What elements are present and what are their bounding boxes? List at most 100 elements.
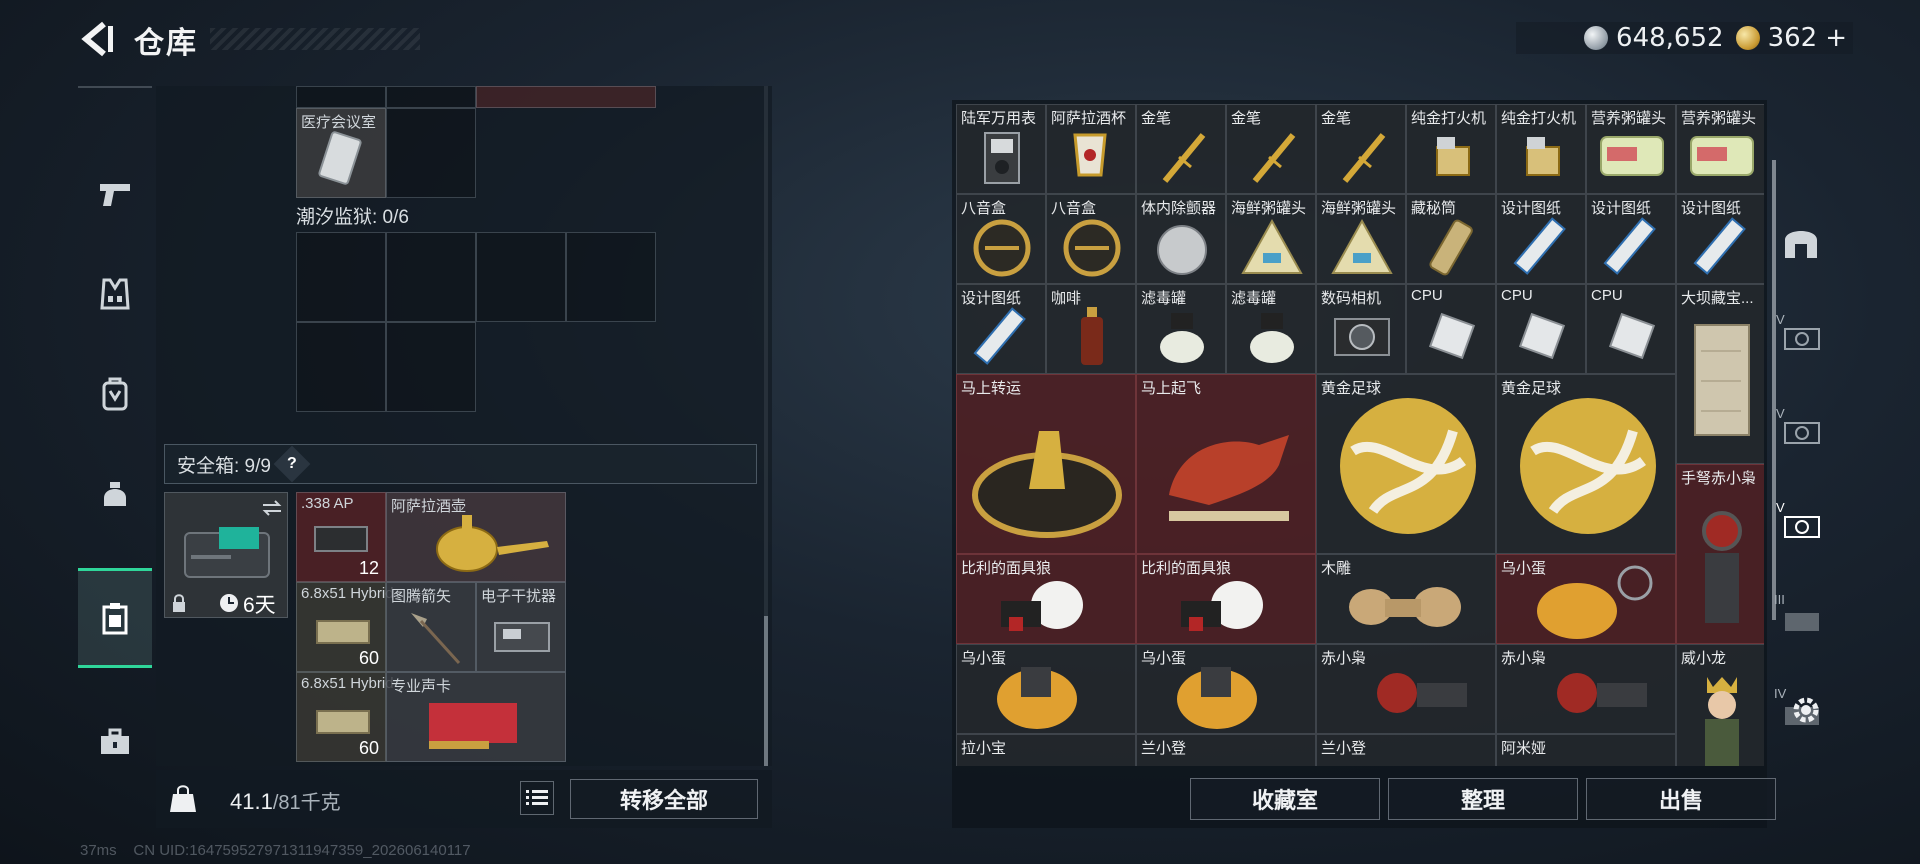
storage-tier-label: III	[1774, 592, 1785, 607]
item-slot[interactable]: 专业声卡	[386, 672, 566, 762]
weight-max: /81千克	[272, 792, 341, 814]
item-slot[interactable]: 比利的面具狼	[956, 554, 1136, 644]
item-slot[interactable]: 木雕	[1316, 554, 1496, 644]
item-slot[interactable]: 拉小宝	[956, 734, 1136, 766]
item-slot[interactable]: 纯金打火机	[1406, 104, 1496, 194]
item-slot[interactable]: 设计图纸	[1586, 194, 1676, 284]
item-slot[interactable]: 营养粥罐头	[1676, 104, 1764, 194]
add-gold-icon[interactable]: +	[1825, 23, 1847, 53]
item-slot[interactable]: 马上转运	[956, 374, 1136, 554]
figure-icon	[1377, 673, 1467, 713]
item-slot[interactable]: 乌小蛋	[1136, 644, 1316, 734]
inventory-scroll-thumb[interactable]	[764, 616, 768, 766]
nav-storage-2[interactable]: V	[1770, 384, 1832, 476]
item-slot[interactable]: 电子干扰器	[476, 582, 566, 672]
safebox-container-slot[interactable]: 6天	[164, 492, 288, 618]
item-slot[interactable]: 设计图纸	[1676, 194, 1764, 284]
item-slot[interactable]: 乌小蛋	[956, 644, 1136, 734]
item-slot[interactable]: 数码相机	[1316, 284, 1406, 374]
nav-backpack-slot[interactable]	[78, 344, 152, 444]
grid-cell[interactable]	[386, 86, 476, 108]
cryptex-icon	[1429, 219, 1473, 276]
nav-storage-1[interactable]: V	[1770, 290, 1832, 382]
item-label: 滤毒罐	[1141, 290, 1187, 307]
nav-armor[interactable]	[78, 244, 152, 344]
item-label: CPU	[1591, 287, 1623, 304]
back-button[interactable]	[78, 20, 114, 58]
gold-currency[interactable]: 362 +	[1735, 23, 1847, 53]
item-slot[interactable]: 6.8x51 Hybrid 60	[296, 672, 394, 762]
settings-button[interactable]	[1786, 690, 1826, 730]
item-slot[interactable]: 设计图纸	[956, 284, 1046, 374]
grid-cell[interactable]	[386, 108, 476, 198]
item-slot[interactable]: 阿米娅	[1496, 734, 1676, 766]
grid-cell[interactable]	[296, 322, 386, 412]
grid-cell[interactable]	[566, 232, 656, 322]
item-slot[interactable]: 海鲜粥罐头	[1316, 194, 1406, 284]
item-slot[interactable]: 咖啡	[1046, 284, 1136, 374]
nav-home[interactable]	[1770, 196, 1832, 288]
item-slot[interactable]: 纯金打火机	[1496, 104, 1586, 194]
item-slot[interactable]: 阿萨拉酒杯	[1046, 104, 1136, 194]
item-slot[interactable]: 设计图纸	[1496, 194, 1586, 284]
item-slot[interactable]: 赤小枭	[1496, 644, 1676, 734]
item-slot[interactable]: 乌小蛋	[1496, 554, 1676, 644]
item-slot[interactable]: 手弩赤小枭	[1676, 464, 1764, 644]
transfer-all-button[interactable]: 转移全部	[570, 779, 758, 819]
nav-safebox[interactable]	[78, 568, 152, 668]
help-button[interactable]: ?	[273, 445, 311, 483]
grid-cell[interactable]	[296, 232, 386, 322]
item-slot[interactable]: 八音盒	[1046, 194, 1136, 284]
item-slot[interactable]: 比利的面具狼	[1136, 554, 1316, 644]
item-slot[interactable]: 滤毒罐	[1226, 284, 1316, 374]
grid-cell[interactable]	[476, 232, 566, 322]
nav-toolbox[interactable]	[78, 692, 152, 792]
item-slot[interactable]: 海鲜粥罐头	[1226, 194, 1316, 284]
item-slot[interactable]: 陆军万用表	[956, 104, 1046, 194]
grid-cell[interactable]	[386, 232, 476, 322]
back-arrow-icon	[81, 21, 113, 57]
item-slot[interactable]: 黄金足球	[1496, 374, 1676, 554]
grid-cell[interactable]	[386, 322, 476, 412]
item-slot[interactable]: 滤毒罐	[1136, 284, 1226, 374]
item-slot[interactable]: 体内除颤器	[1136, 194, 1226, 284]
item-slot[interactable]: 藏秘筒	[1406, 194, 1496, 284]
item-slot[interactable]: 6.8x51 Hybrid 60	[296, 582, 394, 672]
item-slot[interactable]: 阿萨拉酒壶	[386, 492, 566, 582]
item-slot[interactable]: 金笔	[1316, 104, 1406, 194]
item-slot[interactable]: 大坝藏宝...	[1676, 284, 1764, 464]
egg-figure-icon	[1177, 667, 1257, 729]
item-slot[interactable]: 赤小枭	[1316, 644, 1496, 734]
collection-room-button[interactable]: 收藏室	[1190, 778, 1380, 820]
item-slot[interactable]: 马上起飞	[1136, 374, 1316, 554]
item-slot[interactable]: CPU	[1406, 284, 1496, 374]
item-slot[interactable]: 黄金足球	[1316, 374, 1496, 554]
nav-storage-3[interactable]: V	[1770, 478, 1832, 570]
silver-coin-icon	[1584, 26, 1609, 50]
nav-storage-4[interactable]: III	[1770, 572, 1832, 664]
item-slot[interactable]: 八音盒	[956, 194, 1046, 284]
egg-figure-icon	[997, 667, 1077, 729]
nav-weapon[interactable]	[78, 144, 152, 244]
item-label: 海鲜粥罐头	[1231, 200, 1307, 217]
safebox-label: 安全箱: 9/9	[177, 455, 271, 477]
item-slot[interactable]: CPU	[1586, 284, 1676, 374]
grid-cell[interactable]	[296, 86, 386, 108]
item-slot[interactable]: 图腾箭矢	[386, 582, 476, 672]
sort-button[interactable]: 整理	[1388, 778, 1578, 820]
list-view-button[interactable]	[520, 781, 554, 815]
item-slot[interactable]: 营养粥罐头	[1586, 104, 1676, 194]
title-decoration	[210, 28, 420, 50]
sell-button[interactable]: 出售	[1586, 778, 1776, 820]
item-slot[interactable]: 金笔	[1136, 104, 1226, 194]
item-slot[interactable]: CPU	[1496, 284, 1586, 374]
item-slot[interactable]: .338 AP 12	[296, 492, 386, 582]
grid-cell[interactable]	[476, 86, 656, 108]
item-slot[interactable]: 兰小登	[1316, 734, 1496, 766]
item-label: 营养粥罐头	[1681, 110, 1757, 127]
item-slot[interactable]: 金笔	[1226, 104, 1316, 194]
nav-chest-rig[interactable]	[78, 444, 152, 544]
item-slot[interactable]: 兰小登	[1136, 734, 1316, 766]
item-slot[interactable]: 威小龙	[1676, 644, 1764, 766]
item-slot[interactable]: 医疗会议室	[296, 108, 386, 198]
